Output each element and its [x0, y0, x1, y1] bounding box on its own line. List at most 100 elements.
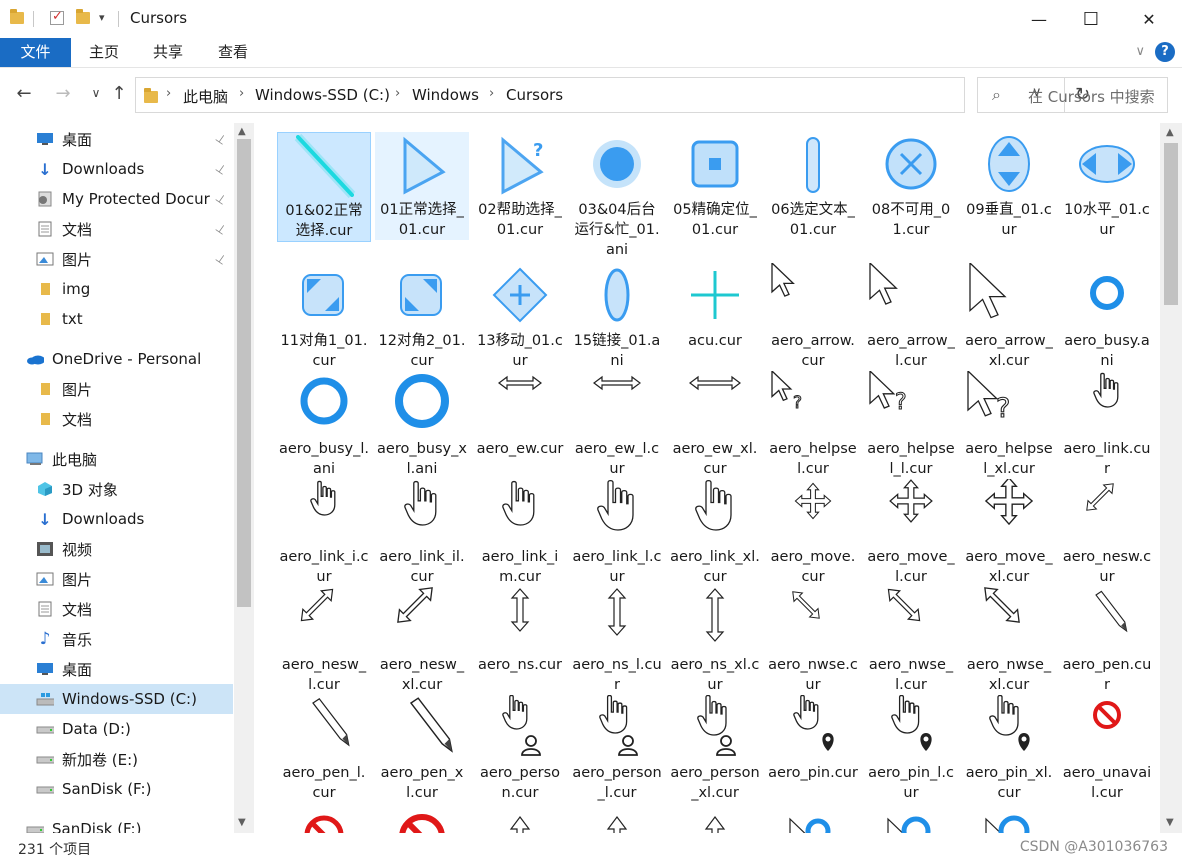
nav-item[interactable]: 图片	[36, 244, 92, 274]
nav-item[interactable]: 桌面	[36, 654, 92, 684]
file-item[interactable]: aero_busy_l.ani	[277, 371, 371, 479]
file-item[interactable]	[375, 803, 469, 833]
file-item[interactable]	[864, 803, 958, 833]
file-item[interactable]: aero_ns_xl.cur	[668, 587, 762, 695]
file-item[interactable]: aero_unavail.cur	[1060, 695, 1154, 803]
nav-item[interactable]: ↓ Downloads	[36, 154, 144, 184]
file-item[interactable]: aero_arrow_l.cur	[864, 263, 958, 371]
breadcrumb-drive[interactable]: Windows-SSD (C:)	[255, 86, 390, 104]
file-item[interactable]	[277, 803, 371, 833]
file-item[interactable]: aero_pin_l.cur	[864, 695, 958, 803]
file-item[interactable]: aero_move.cur	[766, 479, 860, 587]
file-item[interactable]: aero_ew_xl.cur	[668, 371, 762, 479]
nav-item[interactable]: Data (D:)	[36, 714, 131, 744]
file-item[interactable]: ? aero_helpsel_xl.cur	[962, 371, 1056, 479]
scrollbar-thumb[interactable]	[237, 139, 251, 607]
file-item[interactable]: 01&02正常选择.cur	[277, 132, 371, 242]
file-item[interactable]: aero_pen_l.cur	[277, 695, 371, 803]
nav-item[interactable]: img	[36, 274, 90, 304]
tab-share[interactable]: 共享	[144, 38, 192, 67]
recent-locations-button[interactable]: ∨	[84, 86, 108, 110]
nav-item[interactable]: 视频	[36, 534, 92, 564]
breadcrumb-cursors[interactable]: Cursors	[506, 86, 563, 104]
file-item[interactable]: 06选定文本_01.cur	[766, 132, 860, 240]
file-item[interactable]: aero_nwse.cur	[766, 587, 860, 695]
nav-item[interactable]: 文档	[36, 214, 92, 244]
file-item[interactable]: aero_nesw_xl.cur	[375, 587, 469, 695]
file-item[interactable]: aero_pen.cur	[1060, 587, 1154, 695]
file-item[interactable]: aero_nesw.cur	[1060, 479, 1154, 587]
nav-item[interactable]: 文档	[36, 404, 92, 434]
file-item[interactable]: 10水平_01.cur	[1060, 132, 1154, 240]
file-item[interactable]: 12对角2_01.cur	[375, 263, 469, 371]
file-item[interactable]: aero_person.cur	[473, 695, 567, 803]
file-item[interactable]: aero_person_l.cur	[570, 695, 664, 803]
nav-item[interactable]: Windows-SSD (C:)	[0, 684, 233, 714]
breadcrumb-separator[interactable]: ›	[239, 86, 244, 101]
nav-item[interactable]: 桌面	[36, 124, 92, 154]
nav-item[interactable]: OneDrive - Personal	[26, 344, 201, 374]
file-list-scrollbar[interactable]: ▲ ▼	[1160, 123, 1182, 833]
file-item[interactable]: aero_link_xl.cur	[668, 479, 762, 587]
folder-icon[interactable]	[10, 9, 26, 26]
file-item[interactable]: 15链接_01.ani	[570, 263, 664, 371]
navigation-scrollbar[interactable]: ▲ ▼	[234, 123, 254, 833]
file-item[interactable]: aero_link.cur	[1060, 371, 1154, 479]
scroll-down-icon[interactable]: ▼	[1166, 817, 1174, 828]
nav-item[interactable]: txt	[36, 304, 83, 334]
nav-item[interactable]: 文档	[36, 594, 92, 624]
breadcrumb-separator[interactable]: ›	[166, 86, 171, 101]
search-box[interactable]: ⌕ 在 Cursors 中搜索	[977, 77, 1168, 113]
file-item[interactable]: aero_busy.ani	[1060, 263, 1154, 371]
breadcrumb-this-pc[interactable]: 此电脑	[183, 86, 228, 107]
scroll-up-icon[interactable]: ▲	[238, 126, 246, 137]
nav-item[interactable]: 新加卷 (E:)	[36, 744, 138, 774]
file-item[interactable]: aero_move_l.cur	[864, 479, 958, 587]
file-item[interactable]: aero_nwse_l.cur	[864, 587, 958, 695]
close-button[interactable]: ✕	[1126, 0, 1172, 38]
file-item[interactable]: aero_nwse_xl.cur	[962, 587, 1056, 695]
nav-item[interactable]: SanDisk (F:)	[36, 774, 151, 804]
file-item[interactable]: 08不可用_01.cur	[864, 132, 958, 240]
file-item[interactable]: ? 02帮助选择_01.cur	[473, 132, 567, 240]
back-button[interactable]: ←	[12, 83, 36, 107]
nav-item[interactable]: SanDisk (F:)	[26, 814, 141, 833]
minimize-button[interactable]: —	[1016, 0, 1062, 38]
file-item[interactable]: aero_ew_l.cur	[570, 371, 664, 479]
file-item[interactable]: ? aero_helpsel.cur	[766, 371, 860, 479]
address-bar[interactable]: › 此电脑 › Windows-SSD (C:) › Windows › Cur…	[135, 77, 1090, 113]
file-item[interactable]: aero_move_xl.cur	[962, 479, 1056, 587]
file-item[interactable]: aero_pin.cur	[766, 695, 860, 783]
file-item[interactable]: aero_link_l.cur	[570, 479, 664, 587]
scroll-up-icon[interactable]: ▲	[1166, 127, 1174, 138]
file-item[interactable]: aero_link_im.cur	[473, 479, 567, 587]
properties-icon[interactable]	[50, 9, 66, 26]
file-item[interactable]: aero_ew.cur	[473, 371, 567, 459]
nav-item[interactable]: 此电脑	[26, 444, 97, 474]
file-item[interactable]: 01正常选择_01.cur	[375, 132, 469, 240]
tab-file[interactable]: 文件	[0, 38, 71, 67]
scroll-down-icon[interactable]: ▼	[238, 817, 246, 828]
nav-item[interactable]: 图片	[36, 374, 92, 404]
nav-item[interactable]: ♪ 音乐	[36, 624, 92, 654]
file-item[interactable]: aero_pen_xl.cur	[375, 695, 469, 803]
file-item[interactable]: 03&04后台运行&忙_01.ani	[570, 132, 664, 260]
file-item[interactable]: aero_person_xl.cur	[668, 695, 762, 803]
tab-home[interactable]: 主页	[80, 38, 128, 67]
file-item[interactable]: 13移动_01.cur	[473, 263, 567, 371]
breadcrumb-separator[interactable]: ›	[395, 86, 400, 101]
file-item[interactable]: aero_arrow.cur	[766, 263, 860, 371]
nav-item[interactable]: My Protected Docur	[36, 184, 210, 214]
file-item[interactable]	[962, 803, 1056, 833]
search-input[interactable]: 在 Cursors 中搜索	[1028, 86, 1155, 107]
file-item[interactable]	[766, 803, 860, 833]
file-item[interactable]: 11对角1_01.cur	[277, 263, 371, 371]
nav-item[interactable]: 3D 对象	[36, 474, 118, 504]
maximize-button[interactable]: ☐	[1068, 0, 1114, 38]
up-button[interactable]: ↑	[107, 83, 131, 107]
expand-ribbon-icon[interactable]: ∨	[1135, 44, 1145, 59]
file-item[interactable]: aero_ns.cur	[473, 587, 567, 675]
tab-view[interactable]: 查看	[209, 38, 257, 67]
file-item[interactable]	[668, 803, 762, 833]
file-item[interactable]: aero_link_il.cur	[375, 479, 469, 587]
